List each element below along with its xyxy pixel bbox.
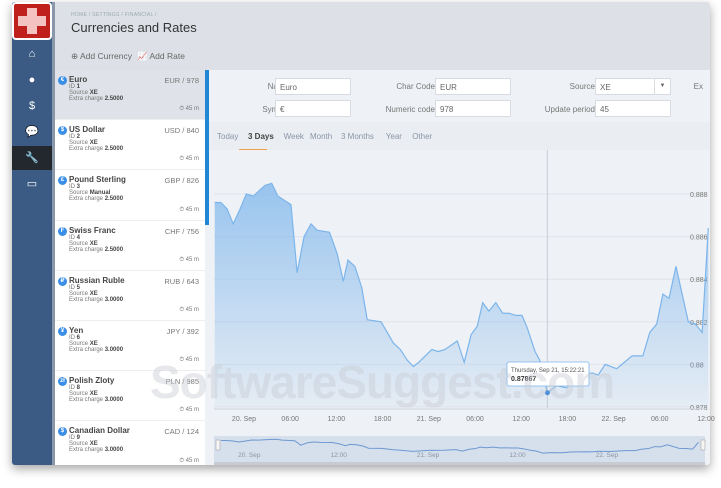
tooltip-value: 0.87867 xyxy=(511,376,536,383)
navigator-label: 21. Sep xyxy=(417,452,440,459)
x-tick-label: 06:00 xyxy=(281,416,299,423)
navigator-scrollbar[interactable] xyxy=(214,462,705,465)
x-tick-label: 12:00 xyxy=(512,416,530,423)
x-tick-label: 18:00 xyxy=(374,416,392,423)
navigator-handle-left[interactable] xyxy=(215,439,221,451)
navigator-label: 12:00 xyxy=(509,452,526,459)
y-tick-label: 0.888 xyxy=(690,192,708,199)
x-tick-label: 21. Sep xyxy=(417,416,441,423)
x-tick-label: 22. Sep xyxy=(602,416,626,423)
x-tick-label: 06:00 xyxy=(466,416,484,423)
x-tick-label: 18:00 xyxy=(559,416,577,423)
x-tick-label: 06:00 xyxy=(651,416,669,423)
x-tick-label: 20. Sep xyxy=(232,416,256,423)
navigator-label: 20. Sep xyxy=(238,452,261,459)
hover-point xyxy=(544,390,550,396)
rate-chart: 0.8880.8860.8840.8820.880.87820. Sep06:0… xyxy=(209,150,715,465)
tooltip-date: Thursday, Sep 21, 15:22:21 xyxy=(511,368,585,374)
x-tick-label: 12:00 xyxy=(328,416,346,423)
navigator-handle-right[interactable] xyxy=(700,439,706,451)
x-tick-label: 12:00 xyxy=(697,416,715,423)
y-tick-label: 0.886 xyxy=(690,235,708,242)
navigator-label: 22. Sep xyxy=(596,452,619,459)
navigator-label: 12:00 xyxy=(331,452,348,459)
